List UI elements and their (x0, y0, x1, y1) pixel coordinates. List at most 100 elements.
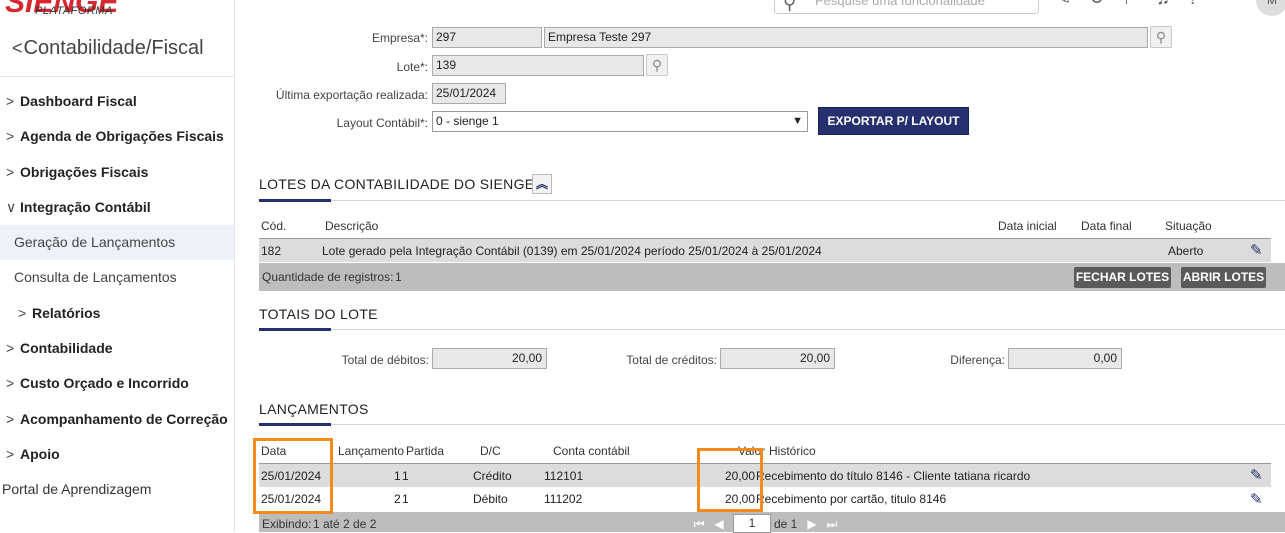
sidebar-item-agenda-obrigacoes[interactable]: > Agenda de Obrigações Fiscais (0, 119, 234, 154)
table-row[interactable]: 25/01/2024 2 1 Débito 111202 20,00 Receb… (259, 487, 1271, 511)
registros-count: 1 (395, 270, 402, 284)
sidebar-item-label: Obrigações Fiscais (20, 163, 149, 180)
last-page-icon[interactable]: ⏭ (824, 515, 840, 533)
lote-label: Lote*: (396, 60, 428, 74)
lote-search-icon[interactable]: ⚲ (646, 54, 668, 76)
sidebar-item-label: Geração de Lançamentos (14, 234, 176, 251)
search-input[interactable]: Pesquise uma funcionalidade (815, 0, 985, 8)
section-divider (259, 424, 1285, 425)
sidebar-item-geracao-lancamentos[interactable]: Geração de Lançamentos (0, 225, 234, 261)
ultima-exportacao-label: Última exportação realizada: (275, 88, 428, 102)
highlight-valor-column (697, 448, 763, 512)
diferenca-field: 0,00 (1008, 348, 1122, 369)
sidebar-item-dashboard-fiscal[interactable]: > Dashboard Fiscal (0, 84, 234, 119)
sidebar-item-integracao-contabil[interactable]: ∨ Integração Contábil (0, 190, 234, 225)
cell-historico: Recebimento por cartão, titulo 8146 (756, 492, 947, 506)
chevron-right-icon: > (6, 445, 15, 462)
diferenca-label: Diferença: (950, 353, 1005, 367)
bell-icon[interactable]: ♫ (1156, 0, 1188, 8)
lancamentos-section-title: LANÇAMENTOS (259, 401, 369, 417)
chevron-right-icon: > (6, 163, 15, 180)
cell-dc: Crédito (473, 469, 512, 483)
fechar-lotes-button[interactable]: FECHAR LOTES (1074, 267, 1171, 288)
abrir-lotes-button[interactable]: ABRIR LOTES (1181, 267, 1266, 288)
empresa-code-field[interactable]: 297 (432, 27, 542, 48)
chevron-right-icon: > (6, 410, 15, 427)
cell-dc: Débito (473, 492, 508, 506)
page-of: de 1 (774, 517, 798, 531)
sidebar: SIENGE PLATAFORMA <Contabilidade/Fiscal … (0, 0, 235, 532)
sidebar-item-consulta-lancamentos[interactable]: Consulta de Lançamentos (0, 260, 234, 295)
section-accent (259, 328, 331, 331)
total-debitos-field: 20,00 (432, 348, 547, 369)
cell-conta: 111202 (544, 492, 583, 506)
layout-contabil-label: Layout Contábil*: (336, 116, 428, 130)
edit-pencil-icon[interactable]: ✎ (1250, 241, 1263, 259)
section-accent (259, 423, 331, 426)
col-data-inicial: Data inicial (998, 219, 1057, 233)
cell-lancamento: 2 (394, 492, 401, 506)
chevron-right-icon: > (6, 128, 15, 145)
sidebar-item-label: Consulta de Lançamentos (14, 269, 177, 286)
main-content: ⚲ Pesquise uma funcionalidade ✎↻⚑♫? M Em… (236, 0, 1285, 533)
edit-pencil-icon[interactable]: ✎ (1250, 466, 1263, 484)
layout-contabil-select[interactable]: 0 - sienge 1 ▼ (432, 111, 808, 132)
collapse-up-icon[interactable]: ︽ (532, 174, 552, 194)
exibindo-value: 1 até 2 de 2 (313, 517, 377, 531)
sidebar-item-relatorios[interactable]: > Relatórios (0, 296, 234, 331)
layout-contabil-value: 0 - sienge 1 (436, 114, 499, 128)
col-conta: Conta contábil (553, 444, 630, 458)
module-back-title[interactable]: <Contabilidade/Fiscal (12, 37, 204, 60)
avatar[interactable]: M (1256, 0, 1285, 16)
cell-descricao: Lote gerado pela Integração Contábil (01… (322, 244, 822, 258)
cell-situacao: Aberto (1168, 244, 1204, 258)
next-page-icon[interactable]: ▶ (804, 515, 820, 533)
empresa-label: Empresa*: (371, 31, 428, 45)
search-box[interactable]: ⚲ Pesquise uma funcionalidade (774, 0, 1039, 14)
total-creditos-label: Total de créditos: (626, 353, 717, 367)
total-creditos-field: 20,00 (720, 348, 835, 369)
col-cod: Cód. (261, 219, 287, 233)
table-row[interactable]: 25/01/2024 1 1 Crédito 112101 20,00 Rece… (259, 463, 1271, 487)
sidebar-item-label: Relatórios (32, 304, 101, 321)
col-partida: Partida (406, 444, 445, 458)
sidebar-item-label: Dashboard Fiscal (20, 93, 137, 109)
sidebar-item-portal-aprendizagem[interactable]: Portal de Aprendizagem (0, 472, 234, 507)
section-divider (259, 200, 1285, 201)
empresa-name-field[interactable]: Empresa Teste 297 (544, 27, 1148, 48)
sidebar-item-apoio[interactable]: > Apoio (0, 437, 234, 472)
table-row[interactable]: 182 Lote gerado pela Integração Contábil… (259, 238, 1271, 262)
first-page-icon[interactable]: ⏮ (691, 515, 707, 533)
chevron-down-icon: ▼ (792, 115, 803, 127)
refresh-icon[interactable]: ↻ (1089, 0, 1122, 8)
header-icons: ✎↻⚑♫? (1056, 0, 1216, 9)
ultima-exportacao-field: 25/01/2024 (432, 83, 506, 104)
section-divider (259, 329, 1285, 330)
cell-partida: 1 (402, 492, 409, 506)
sidebar-item-acompanhamento-correcao[interactable]: > Acompanhamento de Correção (0, 402, 234, 437)
col-historico: Histórico (769, 444, 816, 458)
sidebar-item-label: Apoio (20, 445, 60, 462)
sidebar-item-contabilidade[interactable]: > Contabilidade (0, 331, 234, 366)
lotes-footer: Quantidade de registros: 1 FECHAR LOTES … (259, 263, 1285, 291)
lotes-section-title: LOTES DA CONTABILIDADE DO SIENGE (259, 176, 535, 192)
col-lancamento: Lançamento (338, 444, 405, 458)
chevron-right-icon: > (6, 340, 15, 357)
col-dc: D/C (480, 444, 501, 458)
section-accent (259, 199, 331, 202)
edit-icon[interactable]: ✎ (1056, 0, 1089, 8)
sidebar-item-obrigacoes-fiscais[interactable]: > Obrigações Fiscais (0, 155, 234, 190)
sidebar-item-label: Acompanhamento de Correção (20, 410, 228, 427)
help-icon[interactable]: ? (1188, 0, 1216, 8)
export-layout-button[interactable]: EXPORTAR P/ LAYOUT (818, 107, 969, 135)
flag-icon[interactable]: ⚑ (1122, 0, 1156, 8)
edit-pencil-icon[interactable]: ✎ (1250, 490, 1263, 508)
lote-field[interactable]: 139 (432, 55, 644, 76)
col-situacao: Situação (1165, 219, 1212, 233)
chevron-left-icon: < (12, 38, 23, 58)
sidebar-item-custo-orcado[interactable]: > Custo Orçado e Incorrido (0, 366, 234, 401)
page-input[interactable]: 1 (733, 514, 771, 533)
prev-page-icon[interactable]: ◀ (711, 515, 727, 533)
highlight-data-column (253, 438, 333, 514)
empresa-search-icon[interactable]: ⚲ (1150, 26, 1172, 48)
